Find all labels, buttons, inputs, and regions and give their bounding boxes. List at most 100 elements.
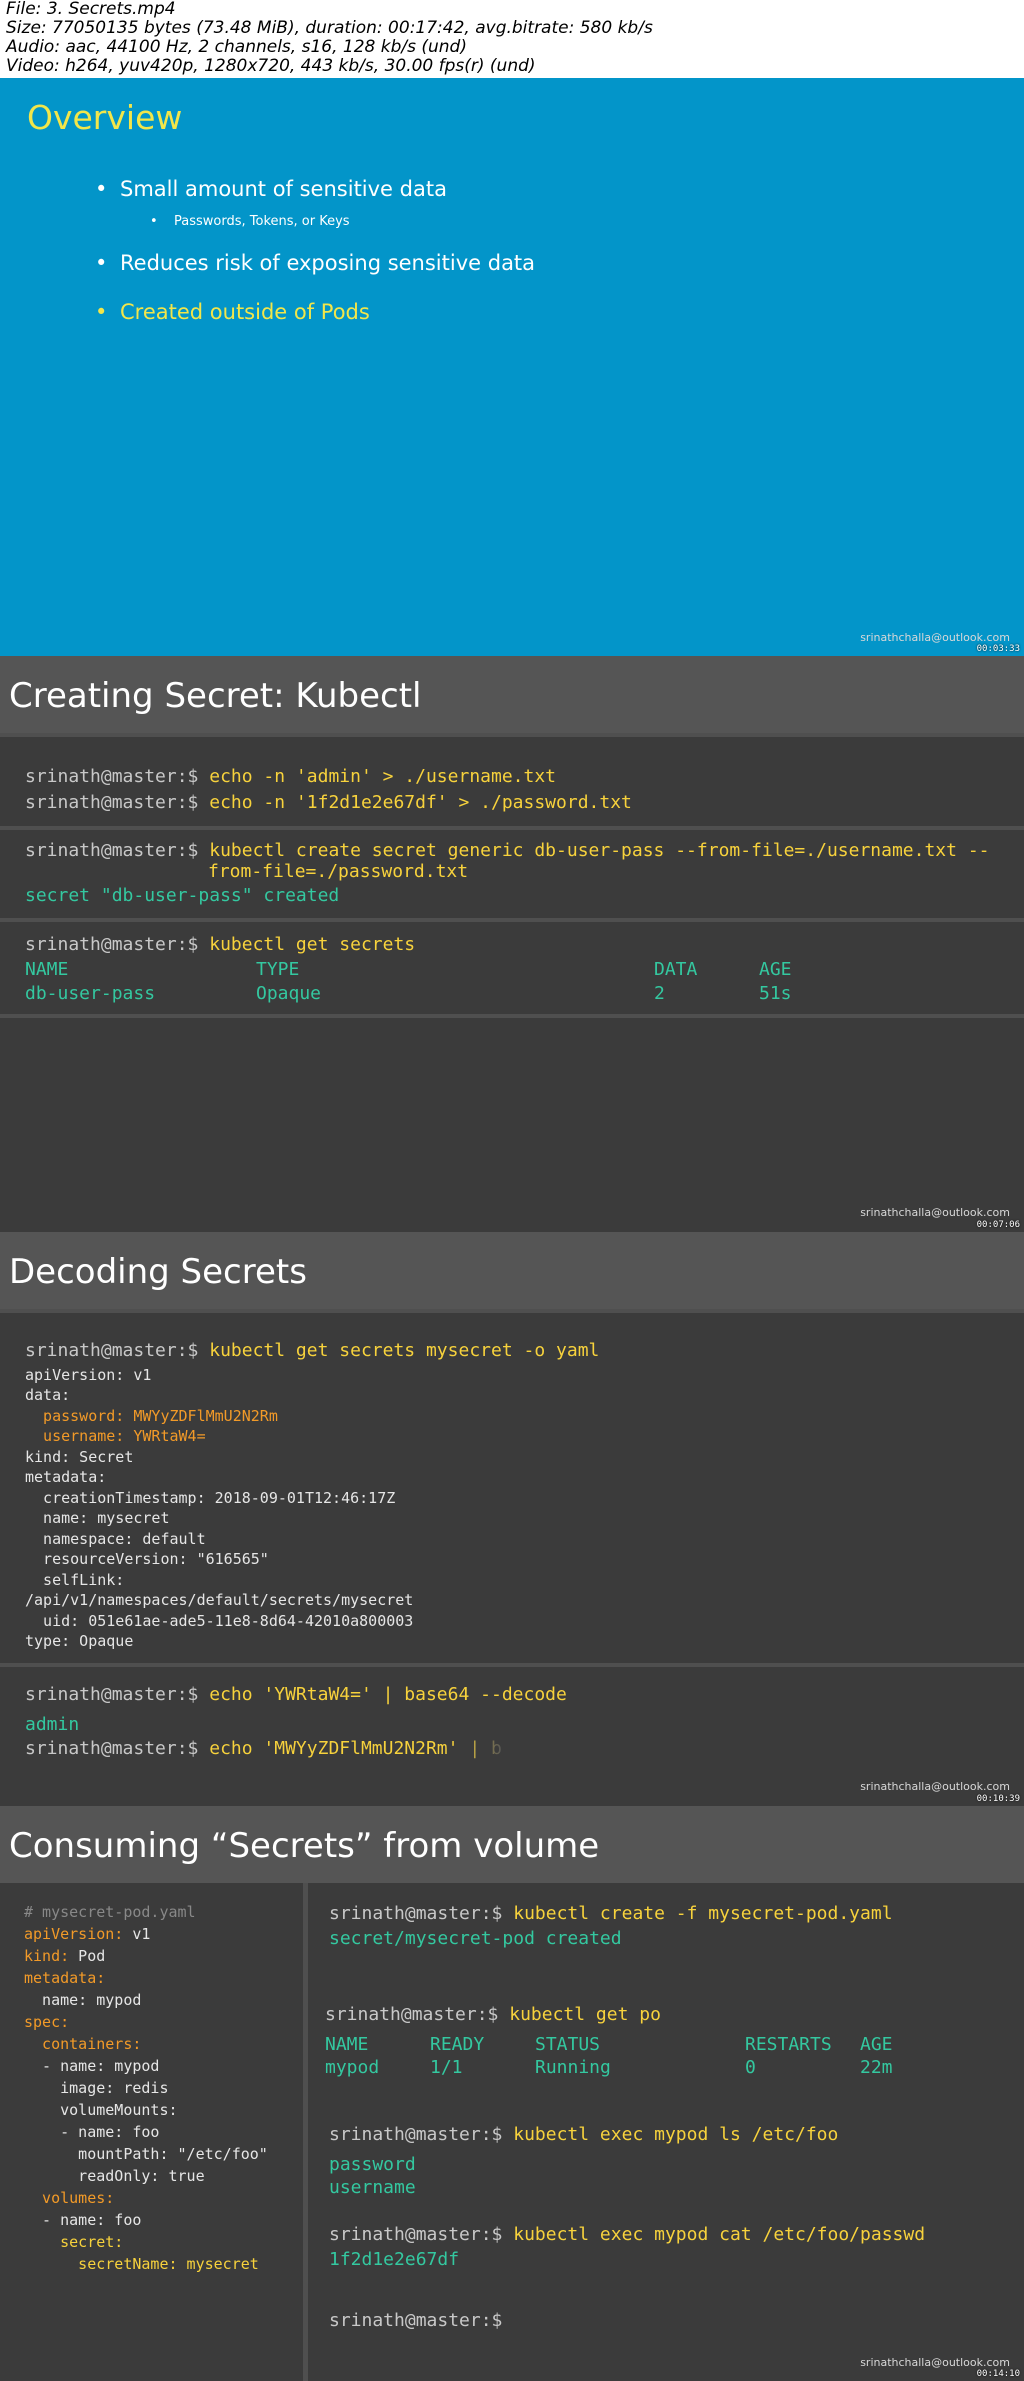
divider [0,733,1024,737]
yaml-line: password: MWYyZDFlMmU2N2Rm [25,1407,278,1425]
yaml-line: kind: Secret [25,1448,134,1466]
yaml-line: name: mysecret [25,1509,170,1527]
yaml-line: image: redis [24,2079,169,2097]
slide-title-bar: Decoding Secrets [0,1232,1024,1309]
file-info-header: File: 3. Secrets.mp4 Size: 77050135 byte… [0,0,1024,78]
yaml-line: selfLink: [25,1571,125,1589]
timestamp: 00:14:10 [976,2369,1020,2379]
table-header-name: NAME [325,2034,369,2055]
terminal-line: srinath@master:$ echo 'YWRtaW4=' | base6… [25,1684,567,1705]
yaml-line: metadata: [24,1969,106,1987]
yaml-line: /api/v1/namespaces/default/secrets/mysec… [25,1591,414,1609]
terminal-output: secret "db-user-pass" created [25,885,340,906]
watermark: srinathchalla@outlook.com [860,631,1010,644]
terminal-output: secret/mysecret-pod created [329,1928,622,1949]
divider [0,826,1024,830]
table-cell: Running [535,2057,611,2078]
terminal-output: 1f2d1e2e67df [329,2249,460,2270]
yaml-line: - name: foo [24,2211,142,2229]
table-cell: 0 [745,2057,756,2078]
table-header-data: DATA [654,959,698,980]
table-header-age: AGE [860,2034,893,2055]
yaml-line: apiVersion: v1 [25,1366,152,1384]
divider [0,1014,1024,1018]
table-header-age: AGE [759,959,792,980]
yaml-line: volumeMounts: [24,2101,178,2119]
slide-title: Consuming “Secrets” from volume [9,1826,600,1866]
terminal-output: username [329,2177,416,2198]
yaml-line: - name: mypod [24,2057,160,2075]
yaml-line: uid: 051e61ae-ade5-11e8-8d64-42010a80000… [25,1612,414,1630]
table-header-restarts: RESTARTS [745,2034,832,2055]
watermark: srinathchalla@outlook.com [860,2356,1010,2369]
slide-decoding-secrets: Decoding Secrets srinath@master:$ kubect… [0,1232,1024,1806]
terminal-line: srinath@master:$ kubectl create -f mysec… [329,1903,893,1924]
watermark: srinathchalla@outlook.com [860,1206,1010,1219]
divider [0,918,1024,922]
bullet-item: • Small amount of sensitive data [95,177,447,201]
table-cell: db-user-pass [25,983,156,1004]
bullet-item: • Reduces risk of exposing sensitive data [95,251,536,275]
terminal-line: srinath@master:$ kubectl get secrets mys… [25,1340,600,1361]
terminal-line: srinath@master:$ echo -n 'admin' > ./use… [25,766,557,787]
yaml-line: creationTimestamp: 2018-09-01T12:46:17Z [25,1489,396,1507]
timestamp: 00:10:39 [976,1794,1020,1804]
file-info-line: File: 3. Secrets.mp4 [6,0,176,19]
terminal-line: srinath@master:$ kubectl create secret g… [25,840,990,861]
yaml-line: username: YWRtaW4= [25,1427,206,1445]
pane-divider [303,1883,308,2381]
yaml-line: secret: [24,2233,124,2251]
slide-title-bar: Consuming “Secrets” from volume [0,1806,1024,1883]
yaml-line: apiVersion: v1 [24,1925,151,1943]
terminal-line: from-file=./password.txt [208,861,469,882]
divider [0,1309,1024,1313]
terminal-output: password [329,2154,416,2175]
yaml-line: kind: Pod [24,1947,106,1965]
slide-overview: Overview • Small amount of sensitive data… [0,78,1024,656]
sub-bullet-item: • Passwords, Tokens, or Keys [150,214,350,229]
bullet-item: • Created outside of Pods [95,300,370,324]
table-cell: Opaque [256,983,322,1004]
table-header-ready: READY [430,2034,485,2055]
timestamp: 00:07:06 [976,1220,1020,1230]
table-header-name: NAME [25,959,69,980]
table-cell: mypod [325,2057,380,2078]
file-info-line: Size: 77050135 bytes (73.48 MiB), durati… [6,18,653,38]
table-cell: 1/1 [430,2057,463,2078]
file-info-line: Audio: aac, 44100 Hz, 2 channels, s16, 1… [6,37,467,57]
table-header-type: TYPE [256,959,300,980]
slide-title: Overview [27,98,183,137]
yaml-line: mountPath: "/etc/foo" [24,2145,268,2163]
terminal-output: admin [25,1714,80,1735]
yaml-line: secretName: mysecret [24,2255,259,2273]
terminal-line: srinath@master:$ echo -n '1f2d1e2e67df' … [25,792,632,813]
yaml-file-pane: # mysecret-pod.yaml apiVersion: v1 kind:… [0,1883,303,2381]
terminal-prompt: srinath@master:$ [329,2310,503,2331]
terminal-line: srinath@master:$ kubectl exec mypod cat … [329,2224,926,2245]
terminal-line: srinath@master:$ kubectl get secrets [25,934,416,955]
timestamp: 00:03:33 [976,644,1020,654]
slide-title: Creating Secret: Kubectl [9,676,422,716]
yaml-line: type: Opaque [25,1632,134,1650]
slide-creating-secret: Creating Secret: Kubectl srinath@master:… [0,656,1024,1232]
yaml-line: # mysecret-pod.yaml [24,1903,196,1921]
slide-title: Decoding Secrets [9,1252,307,1292]
yaml-line: - name: foo [24,2123,160,2141]
yaml-line: volumes: [24,2189,115,2207]
table-cell: 2 [654,983,665,1004]
table-cell: 51s [759,983,792,1004]
file-info-line: Video: h264, yuv420p, 1280x720, 443 kb/s… [6,56,536,76]
divider [0,1663,1024,1667]
slide-consuming-secrets: Consuming “Secrets” from volume # mysecr… [0,1806,1024,2381]
slide-title-bar: Creating Secret: Kubectl [0,656,1024,733]
yaml-line: containers: [24,2035,142,2053]
yaml-line: namespace: default [25,1530,206,1548]
yaml-line: readOnly: true [24,2167,205,2185]
yaml-line: resourceVersion: "616565" [25,1550,269,1568]
table-header-status: STATUS [535,2034,601,2055]
terminal-line: srinath@master:$ kubectl exec mypod ls /… [329,2124,839,2145]
yaml-line: metadata: [25,1468,107,1486]
watermark: srinathchalla@outlook.com [860,1780,1010,1793]
yaml-line: data: [25,1386,71,1404]
yaml-line: name: mypod [24,1991,142,2009]
